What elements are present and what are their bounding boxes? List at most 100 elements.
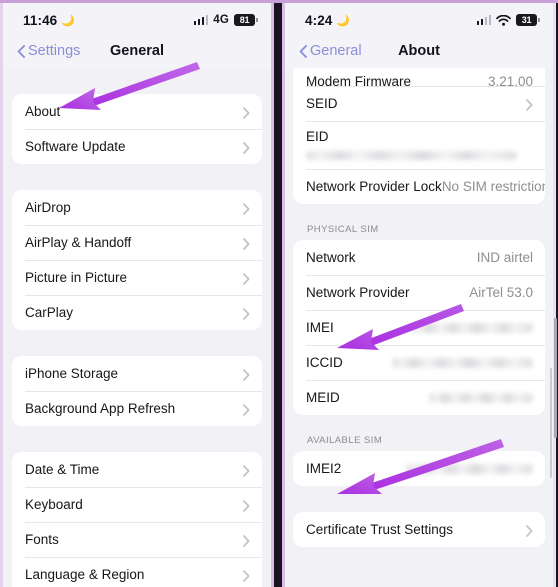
left-nav-bar: Settings General [3, 34, 271, 68]
list-item-network: Network IND airtel [293, 240, 545, 275]
list-item-iccid[interactable]: ICCID [293, 345, 545, 380]
right-nav-bar: General About [285, 34, 553, 68]
redacted-iccid-value [392, 357, 533, 368]
settings-group-about: About Software Update [12, 94, 262, 164]
list-item-value: IND airtel [476, 250, 533, 265]
list-item-picture-in-picture[interactable]: Picture in Picture [12, 260, 262, 295]
chevron-right-icon [243, 368, 250, 381]
list-item-background-app-refresh[interactable]: Background App Refresh [12, 391, 262, 426]
chevron-right-icon [243, 272, 250, 285]
list-item-label: Keyboard [25, 497, 83, 512]
right-status-bar: 4:24 🌙 31 [285, 0, 553, 34]
settings-group-connectivity: AirDrop AirPlay & Handoff Picture in Pic… [12, 190, 262, 330]
about-group-device-info: Modem Firmware 3.21.00 SEID EID Network … [293, 68, 545, 204]
back-button-settings[interactable]: Settings [17, 43, 80, 59]
list-item-language-region[interactable]: Language & Region [12, 557, 262, 587]
crescent-moon-icon: 🌙 [336, 14, 351, 27]
list-item-value: 3.21.00 [487, 74, 533, 86]
left-status-time-group: 11:46 🌙 [23, 13, 75, 28]
list-item-label: Network Provider [306, 285, 410, 300]
battery-icon: 31 [516, 14, 540, 26]
chevron-right-icon [243, 141, 250, 154]
list-item-label: Date & Time [25, 462, 100, 477]
list-item-label: Fonts [25, 532, 59, 547]
chevron-left-icon [299, 44, 307, 58]
list-item-modem-firmware: Modem Firmware 3.21.00 [293, 68, 545, 86]
chevron-right-icon [526, 524, 533, 537]
list-item-label: SEID [306, 96, 338, 111]
list-item-imei2[interactable]: IMEI2 [293, 451, 545, 486]
list-item-fonts[interactable]: Fonts [12, 522, 262, 557]
list-item-label: Certificate Trust Settings [306, 522, 454, 537]
list-item-imei[interactable]: IMEI [293, 310, 545, 345]
about-group-physical-sim: Network IND airtel Network Provider AirT… [293, 240, 545, 415]
list-item-airdrop[interactable]: AirDrop [12, 190, 262, 225]
redacted-imei2-value [405, 463, 533, 474]
list-item-label: AirDrop [25, 200, 71, 215]
list-item-software-update[interactable]: Software Update [12, 129, 262, 164]
list-item-label: IMEI [306, 320, 334, 335]
back-button-label: Settings [28, 43, 81, 59]
left-status-indicators: 4G 81 [193, 14, 258, 26]
section-header-physical-sim: PHYSICAL SIM [307, 224, 379, 235]
cellular-bars-icon [476, 15, 491, 25]
list-item-date-time[interactable]: Date & Time [12, 452, 262, 487]
about-group-available-sim: IMEI2 [293, 451, 545, 486]
list-item-label: About [25, 104, 61, 119]
chevron-right-icon [243, 106, 250, 119]
chevron-right-icon [243, 307, 250, 320]
list-item-label: Background App Refresh [25, 401, 176, 416]
settings-group-datetime: Date & Time Keyboard Fonts Language & Re… [12, 452, 262, 587]
back-button-label: General [310, 43, 362, 59]
panel-divider [274, 0, 280, 587]
list-item-airplay-handoff[interactable]: AirPlay & Handoff [12, 225, 262, 260]
chevron-right-icon [243, 403, 250, 416]
list-item-label: ICCID [306, 355, 343, 370]
list-item-value: No SIM restrictions [441, 179, 545, 194]
chevron-right-icon [243, 202, 250, 215]
list-item-keyboard[interactable]: Keyboard [12, 487, 262, 522]
right-status-time-group: 4:24 🌙 [305, 13, 350, 28]
settings-group-storage: iPhone Storage Background App Refresh [12, 356, 262, 426]
list-item-label: Software Update [25, 139, 126, 154]
list-item-carplay[interactable]: CarPlay [12, 295, 262, 330]
left-status-bar: 11:46 🌙 4G 81 [3, 0, 271, 34]
top-accent-line [0, 0, 558, 3]
list-item-about[interactable]: About [12, 94, 262, 129]
list-item-meid[interactable]: MEID [293, 380, 545, 415]
battery-icon: 81 [234, 14, 258, 26]
list-item-network-provider-lock: Network Provider Lock No SIM restriction… [293, 169, 545, 204]
back-button-general[interactable]: General [299, 43, 362, 59]
list-item-certificate-trust-settings[interactable]: Certificate Trust Settings [293, 512, 545, 547]
right-status-time: 4:24 [305, 12, 333, 28]
left-phone-screenshot: 11:46 🌙 4G 81 Settings General About Sof… [0, 0, 274, 587]
wifi-icon [496, 14, 511, 26]
chevron-right-icon [526, 98, 533, 111]
screenshot-root: 11:46 🌙 4G 81 Settings General About Sof… [0, 0, 558, 587]
network-type-label: 4G [213, 14, 229, 26]
list-item-label: Network Provider Lock [306, 179, 442, 194]
list-item-label: AirPlay & Handoff [25, 235, 132, 250]
list-item-seid[interactable]: SEID [293, 86, 545, 121]
list-item-eid[interactable]: EID [293, 121, 545, 169]
redacted-meid-value [428, 392, 533, 403]
list-item-label: CarPlay [25, 305, 74, 320]
about-group-certificate: Certificate Trust Settings [293, 512, 545, 547]
chevron-left-icon [17, 44, 25, 58]
list-item-label: iPhone Storage [25, 366, 119, 381]
chevron-right-icon [243, 569, 250, 582]
left-settings-list[interactable]: About Software Update AirDrop AirPlay & … [3, 68, 271, 587]
about-settings-list[interactable]: Modem Firmware 3.21.00 SEID EID Network … [285, 68, 553, 587]
section-header-available-sim: AVAILABLE SIM [307, 435, 383, 446]
list-item-value: AirTel 53.0 [469, 285, 533, 300]
page-scrollbar[interactable] [554, 318, 557, 438]
chevron-right-icon [243, 237, 250, 250]
cellular-bars-icon [193, 15, 209, 25]
list-item-label: EID [306, 128, 329, 144]
list-item-iphone-storage[interactable]: iPhone Storage [12, 356, 262, 391]
crescent-moon-icon: 🌙 [61, 14, 76, 27]
list-item-label: IMEI2 [306, 461, 342, 476]
redacted-imei-value [410, 322, 533, 333]
inner-scrollbar[interactable] [549, 368, 552, 478]
chevron-right-icon [243, 534, 250, 547]
